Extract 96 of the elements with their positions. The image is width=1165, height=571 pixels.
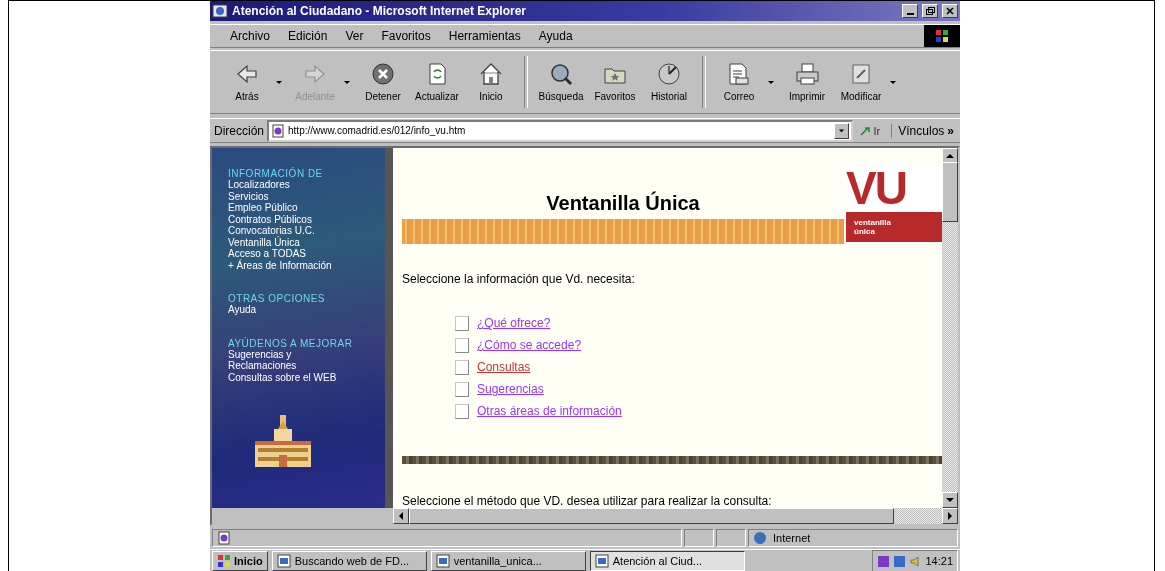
clock: 14:21 (925, 555, 953, 567)
links-label[interactable]: Vínculos (891, 123, 945, 138)
minimize-icon (906, 12, 914, 15)
sidebar-link[interactable]: Contratos Públicos (228, 213, 385, 226)
menu-item[interactable]: Archivo (228, 27, 272, 44)
page-link[interactable]: Otras áreas de información (477, 404, 622, 419)
window-icon (435, 554, 450, 568)
search-icon (548, 61, 574, 88)
toolbar-button[interactable]: Búsqueda (534, 52, 588, 111)
page-link[interactable]: ¿Qué ofrece? (477, 316, 551, 331)
sidebar-link[interactable]: Acceso a TODAS (228, 248, 385, 260)
taskbar-button[interactable]: Buscando web de FD... (271, 551, 427, 571)
up-triangle-icon (946, 152, 954, 161)
window-icon (276, 554, 291, 568)
mail-icon (726, 61, 752, 88)
scroll-right-button[interactable] (942, 508, 958, 525)
bullet-box-icon (455, 403, 469, 419)
toolbar-button[interactable]: Actualizar (410, 52, 464, 111)
down-triangle-icon (946, 496, 954, 505)
globe-icon (753, 531, 767, 546)
scroll-down-button[interactable] (942, 492, 958, 509)
url-input[interactable]: http://www.comadrid.es/012/info_vu.htm (288, 125, 831, 137)
bullet-box-icon (455, 315, 469, 331)
logo-letters: VU (846, 164, 907, 213)
toolbar-button[interactable]: Correo (712, 52, 766, 111)
sidebar-heading: INFORMACIÓN DE (228, 168, 324, 180)
close-icon (945, 5, 955, 16)
logo-caption: ventanilla (854, 218, 892, 228)
page-title: Ventanilla Única (545, 192, 701, 216)
menu-item[interactable]: Favoritos (379, 27, 433, 44)
status-pane (684, 529, 714, 548)
minimize-button[interactable] (902, 3, 918, 18)
sidebar-link[interactable]: Servicios (228, 190, 385, 203)
right-triangle-icon (946, 512, 954, 521)
toolbar-button[interactable]: Modificar (834, 52, 888, 111)
arrow-icon (859, 124, 872, 137)
taskbar-button[interactable]: Atención al Ciud... (589, 551, 745, 571)
instruction-text: Seleccione la información que Vd. necesita: (402, 272, 636, 287)
more-chevron[interactable]: » (947, 123, 956, 138)
instruction-text: Seleccione el método que VD. desea utilizar para realizar la consulta: (402, 494, 773, 509)
printer-icon (794, 61, 820, 88)
stop-icon (370, 61, 396, 88)
page-icon (271, 123, 285, 138)
toolbar-button[interactable]: Historial (642, 52, 696, 111)
sidebar-link[interactable]: Consultas sobre el WEB (228, 371, 385, 384)
windows-logo-icon (934, 27, 950, 44)
logo-caption: única (854, 227, 876, 237)
go-button[interactable]: Ir (855, 124, 889, 137)
page-link[interactable]: ¿Cómo se accede? (477, 338, 582, 353)
menu-item[interactable]: Edición (286, 27, 330, 44)
bullet-box-icon (455, 337, 469, 353)
bullet-box-icon (455, 381, 469, 397)
sidebar-link[interactable]: Convocatorias U.C. (228, 225, 385, 237)
sidebar-link[interactable]: + Áreas de Información (228, 259, 385, 272)
home-icon (478, 61, 504, 88)
toolbar-button[interactable]: Inicio (464, 52, 518, 111)
sidebar-link[interactable]: Empleo Público (228, 202, 385, 214)
bullet-box-icon (455, 359, 469, 375)
taskbar-button[interactable]: ventanilla_unica... (430, 551, 586, 571)
browser-icon (212, 2, 228, 19)
sidebar-heading: OTRAS OPCIONES (228, 293, 326, 305)
address-field[interactable]: http://www.comadrid.es/012/info_vu.htm (267, 119, 853, 142)
window-icon (594, 554, 609, 568)
sidebar-link[interactable]: Sugerencias y (228, 348, 385, 361)
zone-label: Internet (773, 532, 811, 545)
page-link[interactable]: Consultas (477, 360, 531, 375)
status-pane (716, 529, 746, 548)
page-icon (217, 531, 231, 546)
sidebar-link[interactable]: Ayuda (228, 304, 385, 316)
sidebar-link[interactable]: Reclamaciones (228, 360, 385, 372)
menu-item[interactable]: Ver (343, 27, 366, 44)
menu-item[interactable]: Ayuda (536, 27, 575, 44)
windows-logo-icon (217, 554, 231, 568)
left-triangle-icon (397, 512, 405, 521)
dropdown-button[interactable] (833, 122, 849, 139)
menu-item[interactable]: Herramientas (446, 27, 523, 44)
tray-icon (893, 554, 907, 568)
address-label: Dirección (214, 123, 264, 138)
page-link[interactable]: Sugerencias (477, 382, 544, 397)
vertical-scrollbar[interactable] (942, 148, 958, 509)
toolbar-button[interactable]: Atrás (220, 52, 274, 111)
sidebar-heading: AYÚDENOS A MEJORAR (228, 337, 354, 349)
restore-button[interactable] (922, 3, 938, 18)
scroll-left-button[interactable] (393, 508, 409, 525)
tray-icon (877, 554, 891, 568)
close-button[interactable] (942, 3, 958, 18)
window-title: Atención al Ciudadano - Microsoft Internet Explorer (232, 3, 528, 18)
restore-icon (925, 5, 935, 16)
toolbar-button[interactable]: Imprimir (780, 52, 834, 111)
sidebar-link[interactable]: Ventanilla Única (228, 236, 385, 249)
toolbar-button[interactable]: Detener (356, 52, 410, 111)
scroll-thumb[interactable] (942, 162, 958, 223)
history-icon (656, 61, 682, 88)
start-button[interactable]: Inicio (212, 551, 268, 571)
toolbar-button[interactable]: Favoritos (588, 52, 642, 111)
sidebar-link[interactable]: Localizadores (228, 179, 385, 191)
